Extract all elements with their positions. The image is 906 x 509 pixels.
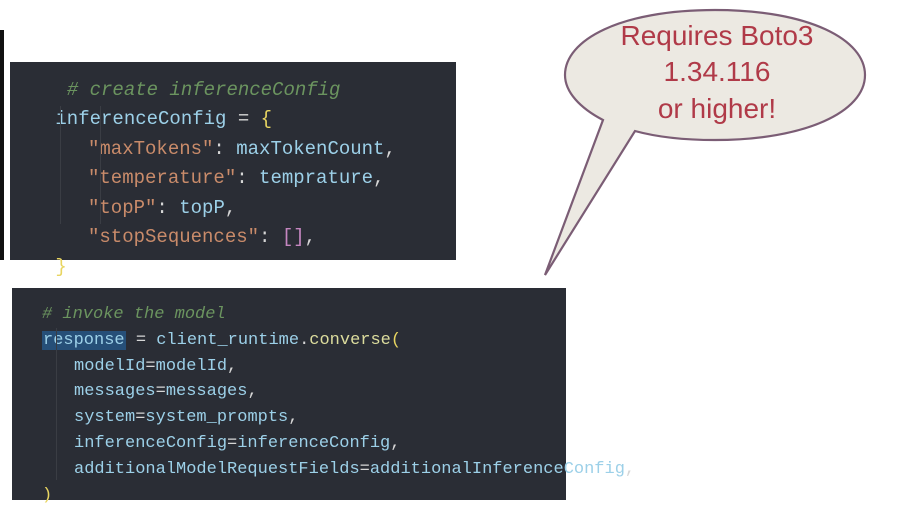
indent-guide <box>56 328 57 480</box>
callout-line: or higher! <box>597 91 837 127</box>
callout-speech-bubble: Requires Boto3 1.34.116 or higher! <box>525 0 895 280</box>
arg-value: system_prompts <box>145 408 288 427</box>
equals: = <box>360 460 370 479</box>
arg-value: inferenceConfig <box>237 434 390 453</box>
code-line: additionalModelRequestFields=additionalI… <box>12 457 566 483</box>
arg-name: inferenceConfig <box>74 434 227 453</box>
comma: , <box>373 167 384 189</box>
equals: = <box>227 434 237 453</box>
code-line: } <box>14 253 456 282</box>
operator: = <box>226 108 260 130</box>
code-line: "temperature": temprature, <box>14 164 456 193</box>
code-line: # invoke the model <box>12 302 566 328</box>
code-block-invoke-model: # invoke the model response = client_run… <box>12 288 566 500</box>
comma: , <box>247 382 257 401</box>
dot: . <box>299 331 309 350</box>
editor-left-edge <box>0 30 4 260</box>
bracket-open: [ <box>282 226 293 248</box>
identifier: inferenceConfig <box>55 108 226 130</box>
brace-open: { <box>261 108 272 130</box>
identifier: temprature <box>259 167 373 189</box>
paren-close: ) <box>42 486 52 505</box>
arg-value: additionalInferenceConfig <box>370 460 625 479</box>
comment-text: # invoke the model <box>42 305 226 324</box>
code-line: ) <box>12 483 566 509</box>
comma: , <box>390 434 400 453</box>
colon: : <box>213 138 236 160</box>
arg-value: modelId <box>156 357 227 376</box>
code-line: modelId=modelId, <box>12 354 566 380</box>
dict-key: "temperature" <box>88 167 236 189</box>
arg-name: additionalModelRequestFields <box>74 460 360 479</box>
code-line: inferenceConfig = { <box>14 105 456 134</box>
brace-close: } <box>55 256 66 278</box>
colon: : <box>259 226 282 248</box>
arg-value: messages <box>166 382 248 401</box>
comma: , <box>305 226 316 248</box>
indent-guide <box>100 106 101 224</box>
colon: : <box>156 197 179 219</box>
code-line: "stopSequences": [], <box>14 223 456 252</box>
colon: : <box>236 167 259 189</box>
code-line: response = client_runtime.converse( <box>12 328 566 354</box>
identifier: topP <box>179 197 225 219</box>
comma: , <box>227 357 237 376</box>
code-line: messages=messages, <box>12 379 566 405</box>
bracket-close: ] <box>293 226 304 248</box>
arg-name: modelId <box>74 357 145 376</box>
code-line: system=system_prompts, <box>12 405 566 431</box>
code-line: "maxTokens": maxTokenCount, <box>14 135 456 164</box>
operator: = <box>126 331 157 350</box>
dict-key: "topP" <box>88 197 156 219</box>
dict-key: "stopSequences" <box>88 226 259 248</box>
comma: , <box>625 460 635 479</box>
equals: = <box>145 357 155 376</box>
equals: = <box>156 382 166 401</box>
callout-line: 1.34.116 <box>597 54 837 90</box>
identifier: maxTokenCount <box>236 138 384 160</box>
comma: , <box>288 408 298 427</box>
callout-text: Requires Boto3 1.34.116 or higher! <box>597 18 837 127</box>
indent-guide <box>60 106 61 224</box>
code-line: "topP": topP, <box>14 194 456 223</box>
identifier: client_runtime <box>156 331 299 350</box>
callout-line: Requires Boto3 <box>597 18 837 54</box>
comma: , <box>384 138 395 160</box>
method-name: converse <box>309 331 391 350</box>
code-block-inference-config: # create inferenceConfig inferenceConfig… <box>10 62 456 260</box>
arg-name: system <box>74 408 135 427</box>
paren-open: ( <box>391 331 401 350</box>
code-line: inferenceConfig=inferenceConfig, <box>12 431 566 457</box>
comment-text: # create inferenceConfig <box>67 79 341 101</box>
dict-key: "maxTokens" <box>88 138 213 160</box>
equals: = <box>135 408 145 427</box>
arg-name: messages <box>74 382 156 401</box>
comma: , <box>225 197 236 219</box>
code-line: # create inferenceConfig <box>14 76 456 105</box>
highlighted-identifier: response <box>42 331 126 350</box>
